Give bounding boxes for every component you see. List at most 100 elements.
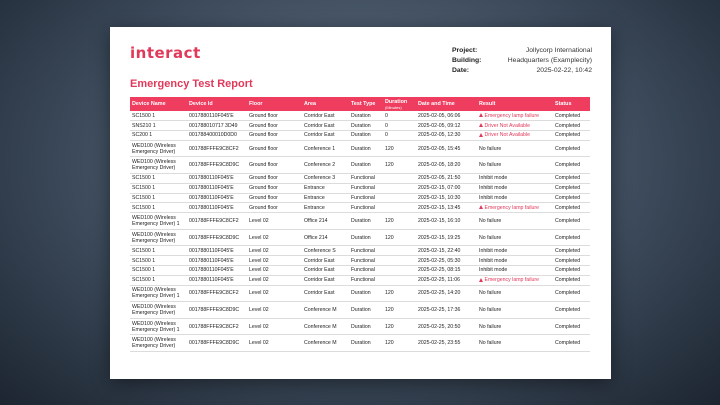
report-title: Emergency Test Report bbox=[130, 78, 253, 90]
table-row: WED100 (Wireless Emergency Driver) 001788… bbox=[130, 140, 590, 158]
cell-date-time: 2025-02-15, 07:00 bbox=[416, 183, 477, 194]
cell-device-id: 001788FFFE9C8D9C bbox=[187, 229, 247, 247]
cell-test-type: Functional bbox=[349, 173, 383, 184]
cell-device-name: WED100 (Wireless Emergency Driver) bbox=[130, 301, 187, 319]
cell-area: Corridor East bbox=[302, 111, 349, 122]
cell-duration: 120 bbox=[383, 334, 416, 353]
cell-device-id: 001788FFFE9C8CF2 bbox=[187, 212, 247, 230]
table-row: WED100 (Wireless Emergency Driver) 1 0017… bbox=[130, 285, 590, 303]
cell-duration bbox=[383, 202, 416, 214]
cell-result: No failure bbox=[477, 140, 553, 158]
cell-device-id: 0017880110F045'E bbox=[187, 255, 247, 267]
building-row: Building: Headquarters (Examplecity) bbox=[452, 56, 592, 66]
cell-status: Completed bbox=[553, 212, 590, 230]
cell-device-name: SC1500 1 bbox=[130, 183, 187, 194]
cell-device-id: 0017880110F045'E bbox=[187, 193, 247, 204]
cell-area: Conference M bbox=[302, 301, 349, 319]
cell-result: Inhibit mode bbox=[477, 173, 553, 184]
cell-date-time: 2025-02-05, 21:50 bbox=[416, 173, 477, 184]
cell-device-name: SC1500 1 bbox=[130, 202, 187, 214]
cell-result: Emergency lamp failure bbox=[477, 111, 553, 122]
cell-area: Corridor East bbox=[302, 265, 349, 276]
header-test-type: Test Type bbox=[351, 101, 376, 107]
cell-device-id: 0017880110F045'E bbox=[187, 183, 247, 194]
cell-date-time: 2025-02-25, 11:06 bbox=[416, 275, 477, 286]
header-result: Result bbox=[479, 101, 496, 107]
cell-area: Corridor East bbox=[302, 255, 349, 267]
cell-status: Completed bbox=[553, 156, 590, 175]
cell-area: Entrance bbox=[302, 193, 349, 204]
cell-floor: Level 02 bbox=[247, 229, 302, 247]
cell-device-id: 0017880110F045'E bbox=[187, 245, 247, 257]
cell-duration: 120 bbox=[383, 301, 416, 319]
header-duration-label: Duration bbox=[385, 98, 408, 105]
cell-device-id: 001788FFFE9C8D9C bbox=[187, 334, 247, 353]
cell-device-id: 0017880110F045'E bbox=[187, 111, 247, 122]
cell-test-type: Duration bbox=[349, 140, 383, 158]
cell-status: Completed bbox=[553, 183, 590, 194]
cell-test-type: Duration bbox=[349, 212, 383, 230]
cell-duration bbox=[383, 173, 416, 184]
cell-status: Completed bbox=[553, 275, 590, 286]
header-duration: Duration (Minutes) bbox=[383, 97, 416, 111]
result-text: Emergency lamp failure bbox=[484, 277, 540, 284]
cell-date-time: 2025-02-25, 08:15 bbox=[416, 265, 477, 276]
result-text: Driver Not Available bbox=[484, 132, 530, 139]
building-value: Headquarters (Examplecity) bbox=[507, 57, 592, 64]
cell-result: No failure bbox=[477, 285, 553, 303]
cell-date-time: 2025-02-25, 23:55 bbox=[416, 334, 477, 353]
cell-area: Corridor East bbox=[302, 285, 349, 303]
cell-device-name: SC1500 1 bbox=[130, 111, 187, 122]
cell-device-name: WED100 (Wireless Emergency Driver) bbox=[130, 334, 187, 353]
cell-status: Completed bbox=[553, 285, 590, 303]
cell-test-type: Duration bbox=[349, 120, 383, 132]
cell-area: Entrance bbox=[302, 183, 349, 194]
cell-duration: 0 bbox=[383, 120, 416, 132]
cell-status: Completed bbox=[553, 130, 590, 141]
cell-duration: 120 bbox=[383, 212, 416, 230]
cell-result: No failure bbox=[477, 301, 553, 319]
cell-status: Completed bbox=[553, 193, 590, 204]
cell-test-type: Duration bbox=[349, 318, 383, 336]
cell-floor: Level 02 bbox=[247, 275, 302, 286]
table-row: SC1500 1 0017880110F045'E Ground floor Entr… bbox=[130, 202, 590, 214]
result-text: Emergency lamp failure bbox=[484, 204, 540, 211]
cell-status: Completed bbox=[553, 111, 590, 122]
cell-floor: Ground floor bbox=[247, 183, 302, 194]
cell-status: Completed bbox=[553, 255, 590, 267]
cell-device-name: WED100 (Wireless Emergency Driver) 1 bbox=[130, 285, 187, 303]
cell-status: Completed bbox=[553, 202, 590, 214]
cell-test-type: Duration bbox=[349, 111, 383, 122]
cell-result: No failure bbox=[477, 318, 553, 336]
cell-duration bbox=[383, 183, 416, 194]
cell-status: Completed bbox=[553, 140, 590, 158]
cell-test-type: Duration bbox=[349, 156, 383, 175]
cell-device-id: 0017880110F045'E bbox=[187, 265, 247, 276]
cell-test-type: Functional bbox=[349, 255, 383, 267]
cell-area: Corridor East bbox=[302, 120, 349, 132]
date-label: Date: bbox=[452, 67, 469, 74]
project-row: Project: Jollycorp International bbox=[452, 46, 592, 56]
cell-device-name: WED100 (Wireless Emergency Driver) 1 bbox=[130, 318, 187, 336]
cell-test-type: Duration bbox=[349, 301, 383, 319]
cell-test-type: Functional bbox=[349, 193, 383, 204]
cell-floor: Ground floor bbox=[247, 120, 302, 132]
cell-duration bbox=[383, 255, 416, 267]
project-value: Jollycorp International bbox=[525, 47, 592, 54]
table-row: WED100 (Wireless Emergency Driver) 001788… bbox=[130, 334, 590, 353]
cell-area: Entrance bbox=[302, 202, 349, 214]
cell-date-time: 2025-02-15, 16:10 bbox=[416, 212, 477, 230]
table-row: SC1500 1 0017880110F045'E Ground floor Entr… bbox=[130, 183, 590, 194]
cell-device-name: WED100 (Wireless Emergency Driver) bbox=[130, 229, 187, 247]
cell-floor: Level 02 bbox=[247, 212, 302, 230]
cell-date-time: 2025-02-25, 17:36 bbox=[416, 301, 477, 319]
table-body: SC1500 1 0017880110F045'E Ground floor Corr… bbox=[130, 111, 590, 353]
cell-area: Conference M bbox=[302, 318, 349, 336]
cell-date-time: 2025-02-15, 13:45 bbox=[416, 202, 477, 214]
cell-device-id: 001788010717 3D49 bbox=[187, 120, 247, 132]
cell-date-time: 2025-02-25, 20:50 bbox=[416, 318, 477, 336]
cell-test-type: Duration bbox=[349, 130, 383, 141]
cell-device-name: SC200 1 bbox=[130, 130, 187, 141]
cell-device-name: SC1500 1 bbox=[130, 173, 187, 184]
table-row: SC200 1 001788400010D0D0 Ground floor Corri… bbox=[130, 130, 590, 141]
